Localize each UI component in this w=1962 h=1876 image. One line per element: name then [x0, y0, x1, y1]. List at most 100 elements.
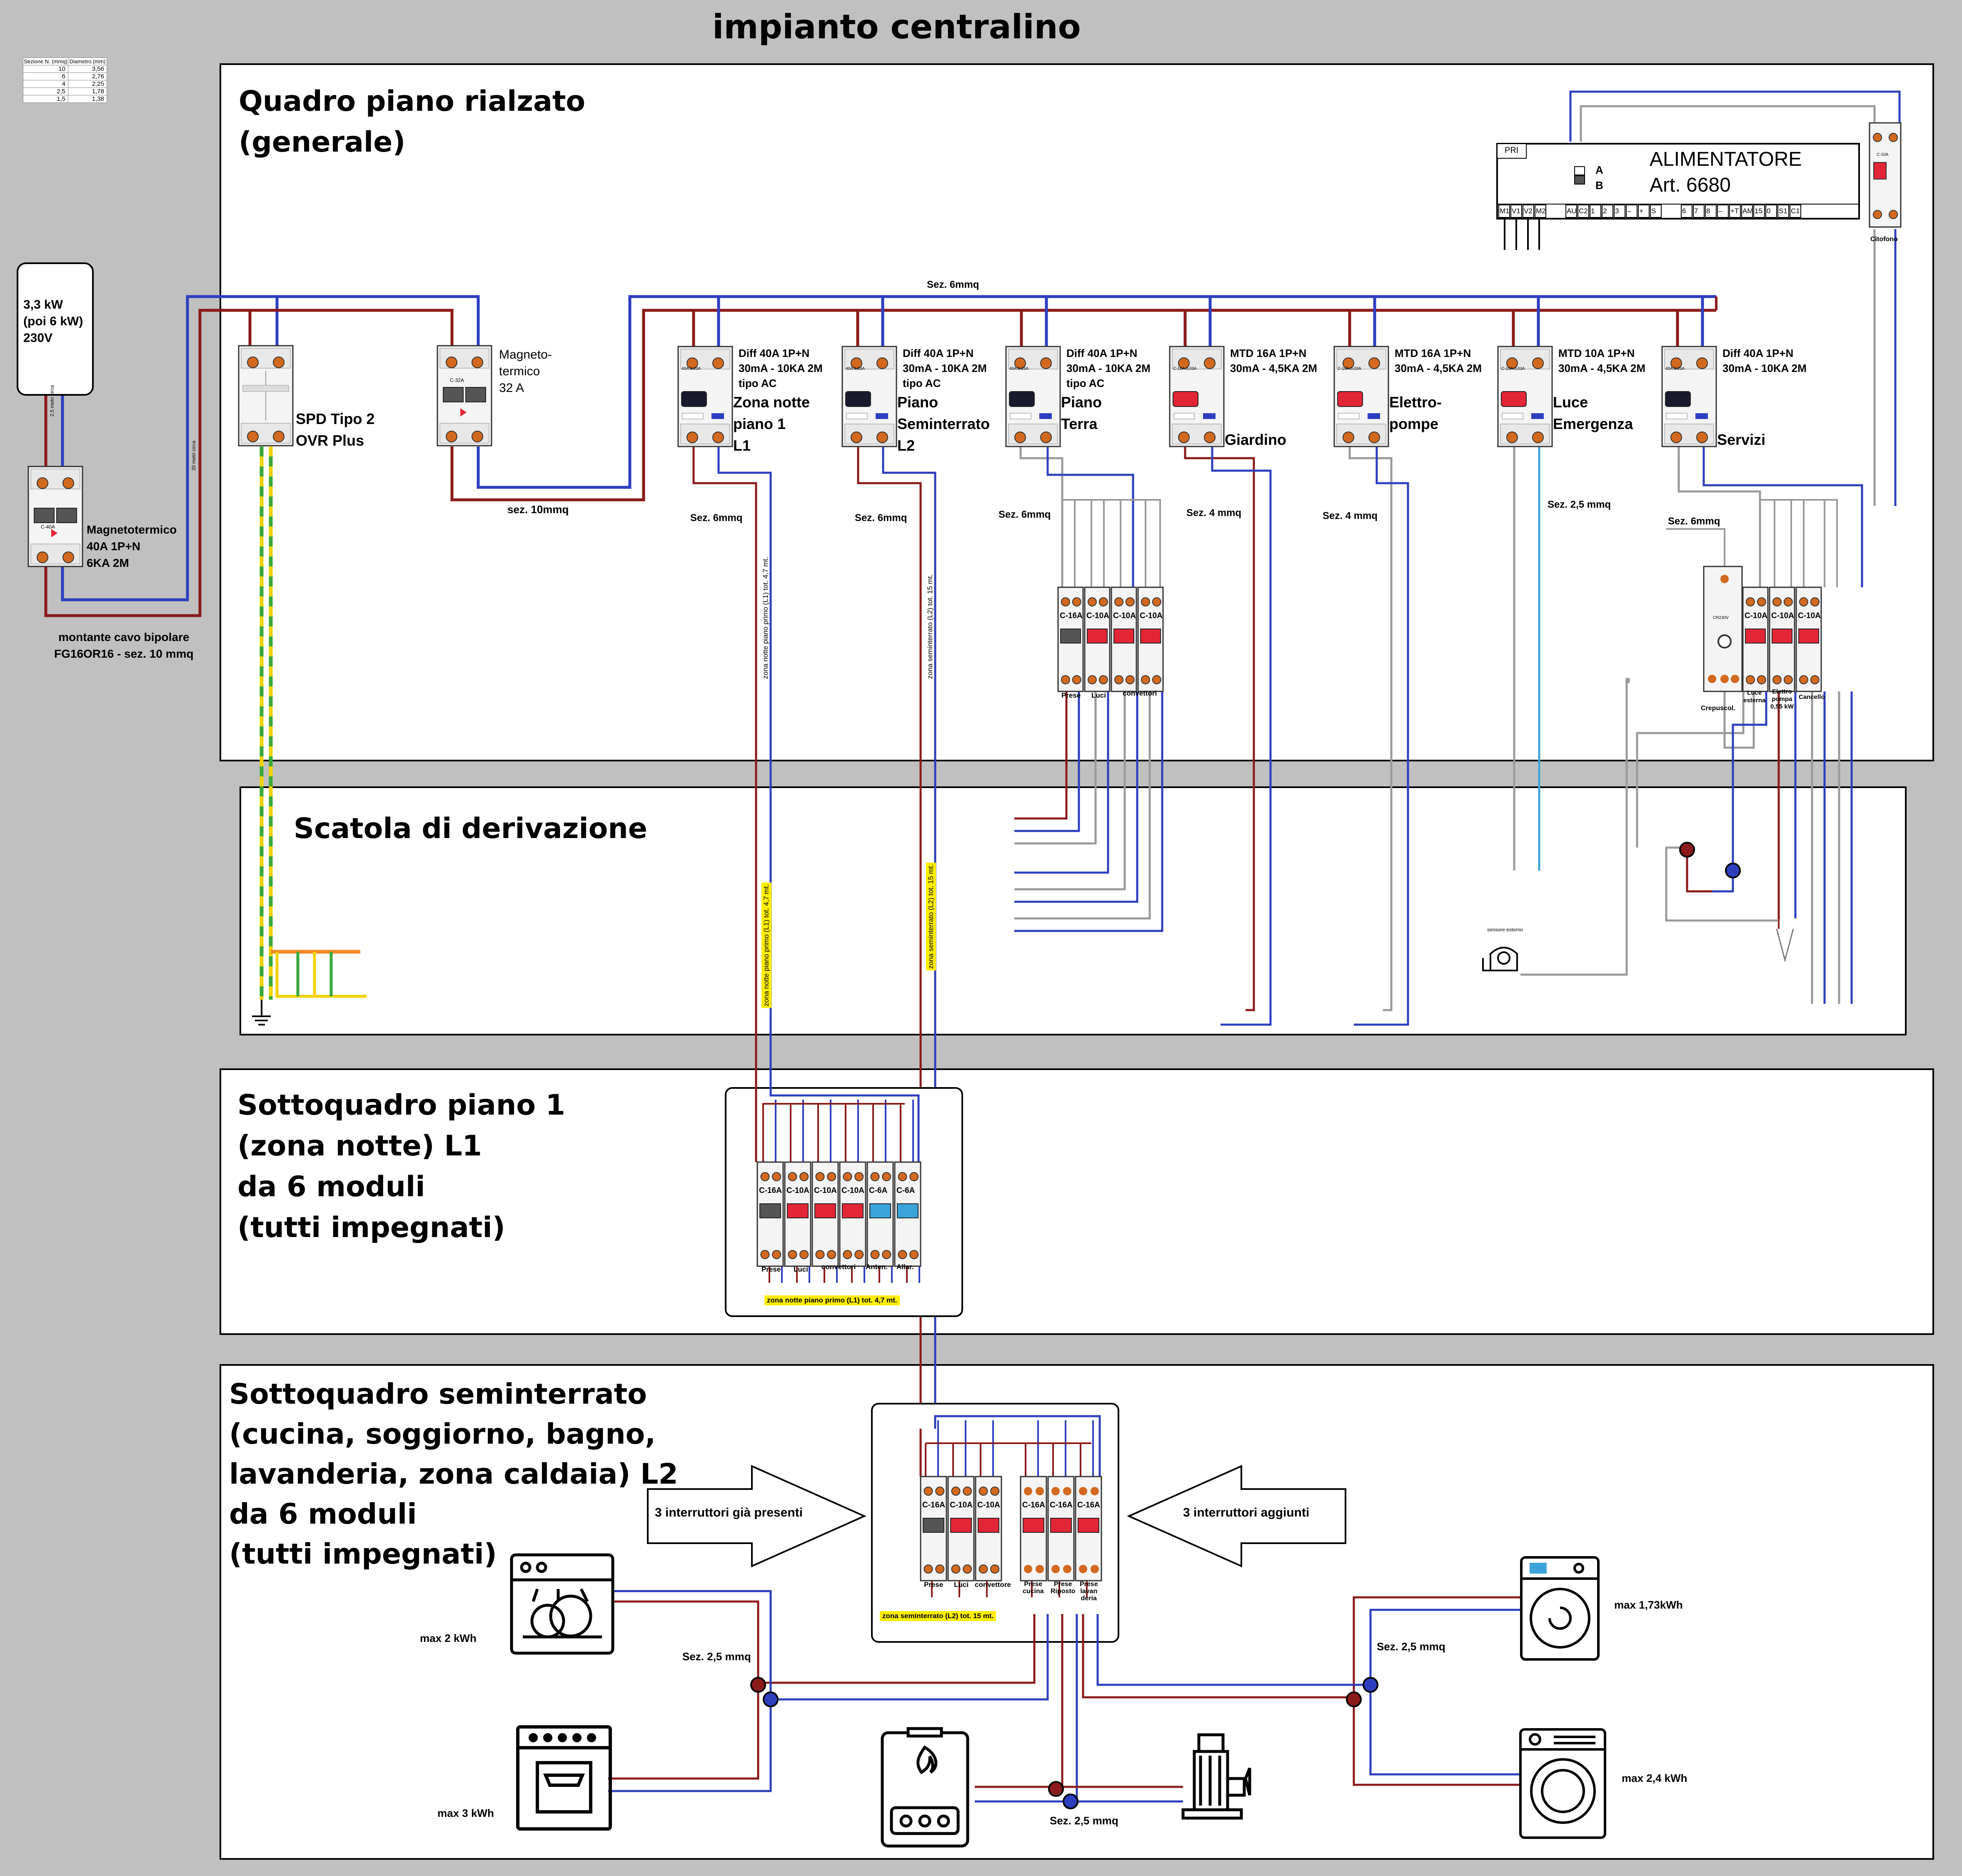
- sez25-label-left: Sez. 2,5 mmq: [682, 1650, 751, 1663]
- module-name-7: Servizi: [1717, 431, 1766, 448]
- module-breaker-1: [677, 346, 733, 447]
- washing-machine-icon: [1519, 1728, 1606, 1839]
- sotto2a-breaker-1: [920, 1476, 947, 1582]
- sotto1-breaker-1: [756, 1161, 784, 1267]
- module-rating-4: C-16A 0,03A: [1173, 367, 1197, 371]
- sotto1-rating-2: C-10A: [786, 1186, 809, 1195]
- servizi-breaker-3: [1795, 586, 1822, 692]
- module-spec-6: MTD 10A 1P+N 30mA - 4,5KA 2M: [1558, 347, 1646, 374]
- spd-label: SPD Tipo 2 OVR Plus: [296, 410, 375, 449]
- dryer-power: max 1,73kWh: [1614, 1599, 1683, 1611]
- main-breaker: [27, 466, 83, 567]
- alimentatore-terminal: M1: [1500, 207, 1510, 215]
- riser-cable-label: montante cavo bipolare FG16OR16 - sez. 1…: [54, 631, 194, 660]
- sotto2b-rating-2: C-16A: [1050, 1501, 1073, 1509]
- spd-surge-protector: [238, 345, 294, 447]
- sotto1-label-convettori: convettori: [821, 1263, 856, 1271]
- sotto2b-rating-3: C-16A: [1077, 1501, 1100, 1509]
- magneto32-label: Magneto- termico 32 A: [499, 348, 552, 395]
- section-label-giardino: Sez. 4 mmq: [1186, 507, 1242, 519]
- pt-label-luci: Luci: [1091, 691, 1106, 699]
- sotto1-rating-5: C-6A: [869, 1186, 888, 1195]
- pt-breaker-3: [1111, 586, 1137, 692]
- alimentatore-terminal: M2: [1536, 207, 1546, 215]
- module-name-4: Giardino: [1225, 431, 1287, 448]
- module-spec-1: Diff 40A 1P+N 30mA - 10KA 2M tipo AC: [739, 347, 823, 389]
- servizi-rating-1: C-10A: [1745, 611, 1767, 620]
- alimentatore-terminal: +T: [1730, 207, 1739, 215]
- sotto2b-breaker-2: [1047, 1476, 1075, 1582]
- cable-l1-label-lower: zona notte piano primo (L1) tot. 4,7 mt.: [761, 883, 771, 1008]
- module-spec-4: MTD 16A 1P+N 30mA - 4,5KA 2M: [1230, 347, 1318, 374]
- servizi-label-cancello: Cancello: [1799, 694, 1825, 701]
- sotto2-label-prese-lavanderia: Prese lavan deria: [1080, 1581, 1098, 1602]
- module-name-1: Zona notte piano 1 L1: [733, 394, 810, 454]
- sotto2a-breaker-3: [975, 1476, 1002, 1582]
- module-name-6: Luce Emergenza: [1553, 394, 1633, 432]
- alimentatore-terminal: 2: [1603, 207, 1607, 215]
- module-breaker-2: [841, 346, 897, 447]
- main-breaker-label: Magnetotermico 40A 1P+N 6KA 2M: [87, 523, 177, 569]
- sotto2-cable-label: zona seminterrato (L2) tot. 15 mt.: [880, 1611, 996, 1621]
- pt-rating-1: C-16A: [1060, 611, 1083, 620]
- alimentatore-terminal: S: [1651, 207, 1656, 215]
- dishwasher-icon: [510, 1553, 614, 1655]
- module-spec-3: Diff 40A 1P+N 30mA - 10KA 2M tipo AC: [1066, 347, 1151, 389]
- pump-icon: [1181, 1733, 1251, 1820]
- pt-label-convettori: convettori: [1123, 689, 1157, 697]
- oven-power: max 3 kWh: [437, 1807, 494, 1819]
- servizi-label-luce-esterna: Luce esterna: [1743, 689, 1766, 704]
- sotto2a-rating-2: C-10A: [950, 1501, 973, 1509]
- section-label-servizi: Sez. 6mmq: [1668, 516, 1720, 527]
- citofono-label: Citofono: [1870, 236, 1898, 243]
- sotto1-cable-label: zona notte piano primo (L1) tot. 4,7 mt.: [764, 1295, 900, 1305]
- sotto1-label-luci: Luci: [794, 1265, 808, 1273]
- arrow-label-added: 3 interruttori aggiunti: [1183, 1506, 1310, 1519]
- alimentatore-switch-b: B: [1595, 179, 1603, 192]
- alimentatore-terminal: –: [1718, 207, 1722, 215]
- sotto2a-rating-3: C-10A: [977, 1501, 1000, 1509]
- pt-label-prese: Prese: [1061, 691, 1081, 699]
- alimentatore-terminal: +: [1639, 207, 1643, 215]
- section-label-emergenza: Sez. 2,5 mmq: [1548, 499, 1611, 510]
- feed-section-label: sez. 10mmq: [507, 503, 569, 516]
- alimentatore-terminal: –: [1627, 207, 1631, 215]
- module-breaker-7: [1661, 346, 1717, 447]
- servizi-label-elettropompa: Elettro pompa 0,55 kW: [1770, 688, 1794, 710]
- module-spec-5: MTD 16A 1P+N 30mA - 4,5KA 2M: [1395, 347, 1482, 374]
- sotto2a-breaker-2: [947, 1476, 975, 1582]
- magneto32-rating: C-32A: [450, 377, 464, 383]
- section-label-l1: Sez. 6mmq: [690, 512, 743, 524]
- module-rating-5: C-16A 0,03A: [1338, 367, 1361, 371]
- citofono-breaker: [1869, 122, 1902, 228]
- crepuscolare-label: Crepuscol.: [1701, 705, 1735, 712]
- servizi-rating-2: C-10A: [1771, 611, 1794, 620]
- module-rating-7: 40A 0,03A: [1665, 367, 1685, 371]
- sotto2b-breaker-3: [1075, 1476, 1102, 1582]
- module-rating-1: 40A 0,03A: [681, 367, 701, 371]
- alimentatore-terminal: C2: [1579, 207, 1588, 215]
- sotto1-breaker-5: [866, 1161, 894, 1267]
- pt-breaker-1: [1057, 586, 1084, 692]
- cable-l2-label-lower: zona seminterrato (L2) tot. 15 mt.: [926, 862, 936, 970]
- module-spec-7: Diff 40A 1P+N 30mA - 10KA 2M: [1722, 347, 1807, 374]
- dishwasher-power: max 2 kWh: [420, 1632, 477, 1644]
- alimentatore-switch-a: A: [1595, 164, 1603, 176]
- pt-rating-3: C-10A: [1113, 611, 1136, 620]
- alimentatore-terminal: S1: [1779, 207, 1787, 215]
- alimentatore-title: ALIMENTATORE Art. 6680: [1650, 148, 1802, 196]
- sotto1-label-antenna: Anten.: [866, 1263, 888, 1271]
- alimentatore-terminal: 0: [1767, 207, 1771, 215]
- wiring-diagram: [27, 90, 1902, 1848]
- alimentatore-terminal: 7: [1694, 207, 1698, 215]
- module-name-5: Elettro- pompe: [1389, 394, 1442, 432]
- sez25-label-bottom: Sez. 2,5 mmq: [1050, 1814, 1118, 1827]
- module-name-2: Piano Seminterrato L2: [897, 394, 990, 454]
- cable-l1-label-upper: zona notte piano primo (L1) tot. 4,7 mt.: [761, 557, 769, 679]
- sotto2a-rating-1: C-16A: [922, 1501, 945, 1509]
- sotto2b-rating-1: C-16A: [1022, 1501, 1045, 1509]
- section-label-piano-terra: Sez. 6mmq: [998, 509, 1051, 520]
- boiler-icon: [881, 1727, 969, 1848]
- sotto2b-breaker-1: [1020, 1476, 1047, 1582]
- module-spec-2: Diff 40A 1P+N 30mA - 10KA 2M tipo AC: [903, 347, 987, 389]
